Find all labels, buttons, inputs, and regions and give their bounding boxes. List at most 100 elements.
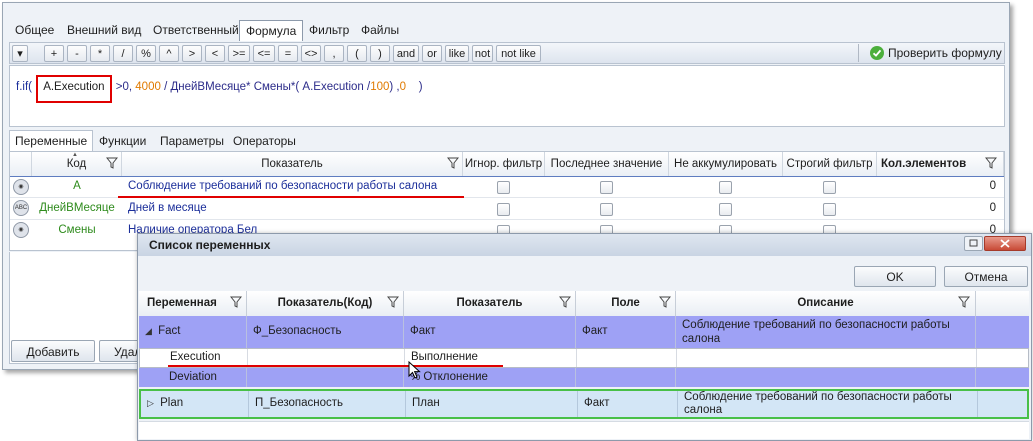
- formula-editor[interactable]: f.if( A.Execution >0, 4000 / ДнейВМесяце…: [9, 65, 1005, 127]
- cell-description: [677, 349, 977, 367]
- restore-icon: [969, 239, 978, 247]
- toolbar-dropdown-button[interactable]: ▾: [12, 45, 28, 62]
- dialog-grid-header: Переменная Показатель(Код) Показатель По…: [139, 291, 1029, 316]
- col-header-not-accumulate[interactable]: Не аккумулировать: [669, 152, 783, 176]
- formula-number-1: 4000: [135, 81, 161, 93]
- filter-icon[interactable]: [985, 157, 997, 169]
- op-not-equal-button[interactable]: <>: [301, 45, 321, 62]
- check-formula-button[interactable]: Проверить формулу: [870, 44, 1004, 62]
- op-less-button[interactable]: <: [205, 45, 225, 62]
- cell-indicator: % Отклонение: [404, 368, 576, 387]
- ignore-filter-checkbox[interactable]: [497, 181, 510, 194]
- op-not-button[interactable]: not: [472, 45, 493, 62]
- op-multiply-button[interactable]: *: [90, 45, 110, 62]
- op-greater-button[interactable]: >: [182, 45, 202, 62]
- restore-button[interactable]: [964, 236, 983, 251]
- col-header-description[interactable]: Описание: [676, 291, 976, 316]
- dialog-title: Список переменных: [149, 238, 271, 252]
- col-header-count[interactable]: Кол.элементов: [877, 152, 1004, 176]
- col-header-indicator-label: Показатель: [261, 158, 323, 170]
- subtab-parameters[interactable]: Параметры: [160, 134, 224, 148]
- col-header-field[interactable]: Поле: [576, 291, 676, 316]
- row-code: A: [73, 180, 81, 192]
- cell-indicator-code: Ф_Безопасность: [247, 316, 404, 348]
- row-indicator: Дней в месяце: [128, 202, 207, 214]
- close-button[interactable]: [984, 236, 1026, 251]
- not-accumulate-checkbox[interactable]: [719, 181, 732, 194]
- cell-description: Соблюдение требований по безопасности ра…: [678, 391, 978, 417]
- filter-icon[interactable]: [559, 296, 571, 308]
- col-header-description-label: Описание: [797, 297, 854, 309]
- check-icon: [870, 46, 884, 60]
- strict-filter-checkbox[interactable]: [823, 181, 836, 194]
- op-plus-button[interactable]: +: [44, 45, 64, 62]
- filter-icon[interactable]: [447, 157, 459, 169]
- formula-part4: ): [406, 81, 423, 93]
- table-row-deviation[interactable]: Deviation % Отклонение: [139, 368, 1029, 387]
- op-divide-button[interactable]: /: [113, 45, 133, 62]
- table-row-group-fact[interactable]: ◢ Fact Ф_Безопасность Факт Факт Соблюден…: [139, 316, 1029, 348]
- op-percent-button[interactable]: %: [136, 45, 156, 62]
- table-row[interactable]: ABC ДнейВМесяце Дней в месяце 0: [10, 198, 1004, 220]
- op-equal-button[interactable]: =: [278, 45, 298, 62]
- col-header-ignore-filter[interactable]: Игнор. фильтр: [463, 152, 545, 176]
- col-header-variable[interactable]: Переменная: [139, 291, 247, 316]
- tab-general[interactable]: Общее: [9, 20, 60, 41]
- row-indicator: Соблюдение требований по безопасности ра…: [128, 180, 438, 192]
- tab-files[interactable]: Файлы: [355, 20, 405, 41]
- filter-icon[interactable]: [659, 296, 671, 308]
- variables-list-dialog: Список переменных OK Отмена Переменная П…: [137, 233, 1032, 441]
- subtab-functions[interactable]: Функции: [99, 134, 146, 148]
- collapse-triangle-icon[interactable]: ◢: [145, 326, 152, 336]
- op-like-button[interactable]: like: [445, 45, 469, 62]
- filter-icon[interactable]: [230, 296, 242, 308]
- add-button[interactable]: Добавить: [11, 340, 95, 362]
- strict-filter-checkbox[interactable]: [823, 203, 836, 216]
- cell-indicator-code: [247, 368, 404, 387]
- table-row[interactable]: ◉ A Соблюдение требований по безопасност…: [10, 176, 1004, 198]
- ok-button[interactable]: OK: [854, 266, 936, 287]
- col-header-indicator[interactable]: Показатель: [122, 152, 463, 176]
- tab-appearance[interactable]: Внешний вид: [61, 20, 147, 41]
- filter-icon[interactable]: [106, 157, 118, 169]
- formula-part1: >0,: [115, 81, 136, 93]
- cell-field: [577, 349, 677, 367]
- sort-asc-icon: ▲: [72, 152, 78, 158]
- cancel-button[interactable]: Отмена: [944, 266, 1028, 287]
- col-header-strict-filter[interactable]: Строгий фильтр: [783, 152, 877, 176]
- col-header-indicator[interactable]: Показатель: [404, 291, 576, 316]
- ignore-filter-checkbox[interactable]: [497, 203, 510, 216]
- op-and-button[interactable]: and: [393, 45, 419, 62]
- last-value-checkbox[interactable]: [600, 181, 613, 194]
- col-header-field-label: Поле: [611, 297, 640, 309]
- op-not-like-button[interactable]: not like: [496, 45, 541, 62]
- tab-filter[interactable]: Фильтр: [303, 20, 355, 41]
- not-accumulate-checkbox[interactable]: [719, 203, 732, 216]
- op-power-button[interactable]: ^: [159, 45, 179, 62]
- subtab-operators[interactable]: Операторы: [233, 134, 296, 148]
- col-header-last-value[interactable]: Последнее значение: [545, 152, 669, 176]
- op-open-paren-button[interactable]: (: [347, 45, 367, 62]
- cell-description: [676, 368, 976, 387]
- op-minus-button[interactable]: -: [67, 45, 87, 62]
- table-row-group-plan[interactable]: ▷ Plan П_Безопасность План Факт Соблюден…: [139, 389, 1029, 419]
- cell-variable-text: Plan: [160, 397, 184, 409]
- expand-triangle-icon[interactable]: ▷: [147, 398, 154, 408]
- op-less-equal-button[interactable]: <=: [253, 45, 275, 62]
- variable-type-icon: ◉: [13, 179, 29, 195]
- op-close-paren-button[interactable]: ): [370, 45, 390, 62]
- variable-type-icon: ABC: [13, 200, 29, 216]
- col-header-indicator-code[interactable]: Показатель(Код): [247, 291, 404, 316]
- col-header-variable-label: Переменная: [147, 297, 217, 309]
- col-header-code[interactable]: Код ▲: [32, 152, 122, 176]
- filter-icon[interactable]: [387, 296, 399, 308]
- op-greater-equal-button[interactable]: >=: [228, 45, 250, 62]
- filter-icon[interactable]: [958, 296, 970, 308]
- last-value-checkbox[interactable]: [600, 203, 613, 216]
- op-or-button[interactable]: or: [422, 45, 442, 62]
- col-header-indicator-label: Показатель: [456, 297, 523, 309]
- tab-formula[interactable]: Формула: [239, 20, 304, 41]
- formula-number-2: 100: [370, 81, 390, 93]
- tab-responsible[interactable]: Ответственный: [147, 20, 245, 41]
- op-comma-button[interactable]: ,: [324, 45, 344, 62]
